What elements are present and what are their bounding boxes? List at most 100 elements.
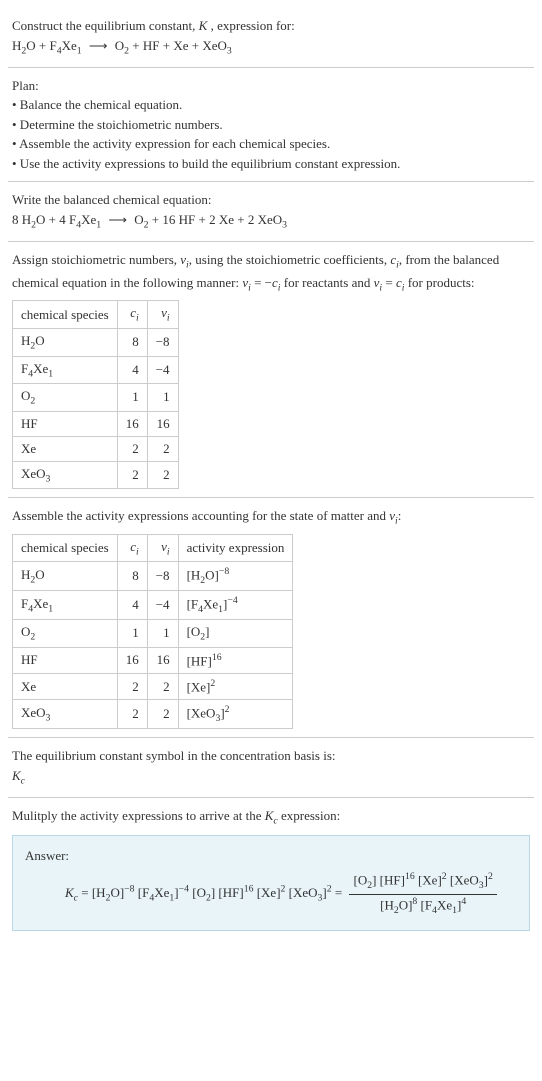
- sub: 3: [46, 713, 51, 724]
- t: [Xe]: [415, 872, 442, 887]
- symbol-text: The equilibrium constant symbol in the c…: [12, 746, 530, 766]
- sub: 1: [96, 219, 101, 230]
- t: 8 H: [12, 212, 31, 227]
- sub: 1: [48, 368, 53, 379]
- cell-ci: 1: [117, 384, 147, 412]
- t: , using the stoichiometric coefficients,: [189, 252, 391, 267]
- sup: 2: [225, 704, 230, 715]
- table-row: HF 16 16 [HF]16: [13, 647, 293, 673]
- table-row: H2O 8 −8 [H2O]−8: [13, 562, 293, 591]
- kc-expression: Kc = [H2O]−8 [F4Xe1]−4 [O2] [HF]16 [Xe]2…: [25, 870, 517, 918]
- cell-species: Xe: [13, 436, 118, 461]
- answer-label: Answer:: [25, 848, 517, 864]
- stoich-table: chemical species ci νi H2O 8 −8 F4Xe1 4 …: [12, 300, 179, 489]
- t: H: [21, 567, 30, 582]
- t: O: [115, 38, 124, 53]
- t: [O: [353, 872, 367, 887]
- sub: i: [167, 313, 170, 324]
- bullet: • Assemble the activity expression for e…: [12, 134, 530, 154]
- t: [XeO: [285, 885, 317, 900]
- t: O: [21, 624, 30, 639]
- sup: −8: [219, 566, 229, 577]
- t: for reactants and: [281, 275, 374, 290]
- cell-activity: [XeO3]2: [178, 700, 293, 729]
- cell-species: HF: [13, 411, 118, 436]
- cell-vi: 2: [147, 461, 178, 489]
- table-row: XeO3 2 2: [13, 461, 179, 489]
- t: + 16 HF + 2 Xe + 2 XeO: [149, 212, 283, 227]
- plan-title: Plan:: [12, 76, 530, 96]
- cell-vi: −4: [147, 356, 178, 384]
- sub: 3: [282, 219, 287, 230]
- t: XeO: [21, 705, 46, 720]
- t: Xe: [203, 596, 218, 611]
- cell-ci: 8: [117, 328, 147, 356]
- col-activity: activity expression: [178, 534, 293, 562]
- sub: 1: [48, 603, 53, 614]
- cell-activity: [Xe]2: [178, 673, 293, 699]
- t: O: [35, 333, 44, 348]
- cell-ci: 1: [117, 620, 147, 648]
- section-plan: Plan: • Balance the chemical equation. •…: [8, 68, 534, 183]
- activity-table: chemical species ci νi activity expressi…: [12, 534, 293, 730]
- cell-species: H2O: [13, 562, 118, 591]
- sub: 3: [46, 473, 51, 484]
- col-species: chemical species: [13, 301, 118, 329]
- fraction: [O2] [HF]16 [Xe]2 [XeO3]2[H2O]8 [F4Xe1]4: [349, 870, 496, 918]
- t: Mulitply the activity expressions to arr…: [12, 808, 265, 823]
- denominator: [H2O]8 [F4Xe1]4: [349, 895, 496, 919]
- t: Xe: [62, 38, 77, 53]
- t: Xe: [437, 897, 452, 912]
- t: [H: [92, 885, 106, 900]
- t: [HF]: [215, 885, 244, 900]
- t: = −: [251, 275, 272, 290]
- t: Assemble the activity expressions accoun…: [12, 508, 389, 523]
- cell-vi: 1: [147, 384, 178, 412]
- sub: i: [167, 546, 170, 557]
- t: + HF + Xe + XeO: [129, 38, 227, 53]
- cell-species: F4Xe1: [13, 591, 118, 620]
- cell-ci: 16: [117, 411, 147, 436]
- t: Xe: [81, 212, 96, 227]
- cell-species: F4Xe1: [13, 356, 118, 384]
- sup: −4: [227, 595, 237, 606]
- t: [H: [380, 897, 394, 912]
- col-vi: νi: [147, 534, 178, 562]
- activity-text: Assemble the activity expressions accoun…: [12, 506, 530, 529]
- t: [F: [187, 596, 199, 611]
- t: [H: [187, 567, 201, 582]
- stoich-text: Assign stoichiometric numbers, νi, using…: [12, 250, 530, 296]
- table-row: H2O 8 −8: [13, 328, 179, 356]
- t: Xe: [33, 361, 48, 376]
- t: O]: [399, 897, 413, 912]
- t: XeO: [21, 466, 46, 481]
- sub: i: [136, 313, 139, 324]
- cell-activity: [H2O]−8: [178, 562, 293, 591]
- table-row: HF 16 16: [13, 411, 179, 436]
- sup: −8: [124, 884, 134, 895]
- answer-box: Answer: Kc = [H2O]−8 [F4Xe1]−4 [O2] [HF]…: [12, 835, 530, 931]
- col-species: chemical species: [13, 534, 118, 562]
- cell-species: O2: [13, 620, 118, 648]
- table-header-row: chemical species ci νi: [13, 301, 179, 329]
- section-multiply: Mulitply the activity expressions to arr…: [8, 798, 534, 939]
- t: O + 4 F: [36, 212, 76, 227]
- t: O + F: [26, 38, 56, 53]
- t: O: [134, 212, 143, 227]
- table-row: O2 1 1 [O2]: [13, 620, 293, 648]
- t: O: [35, 567, 44, 582]
- table-row: Xe 2 2: [13, 436, 179, 461]
- cell-vi: 16: [147, 411, 178, 436]
- sub: 3: [227, 45, 232, 56]
- text: , expression for:: [211, 18, 295, 33]
- kc-symbol: Kc: [12, 766, 530, 789]
- sup: 4: [461, 896, 466, 907]
- cell-vi: 1: [147, 620, 178, 648]
- sup: 16: [244, 884, 254, 895]
- cell-species: O2: [13, 384, 118, 412]
- section-balanced: Write the balanced chemical equation: 8 …: [8, 182, 534, 242]
- cell-ci: 4: [117, 591, 147, 620]
- t: [HF]: [187, 653, 212, 668]
- sub: 2: [30, 632, 35, 643]
- t: O: [21, 388, 30, 403]
